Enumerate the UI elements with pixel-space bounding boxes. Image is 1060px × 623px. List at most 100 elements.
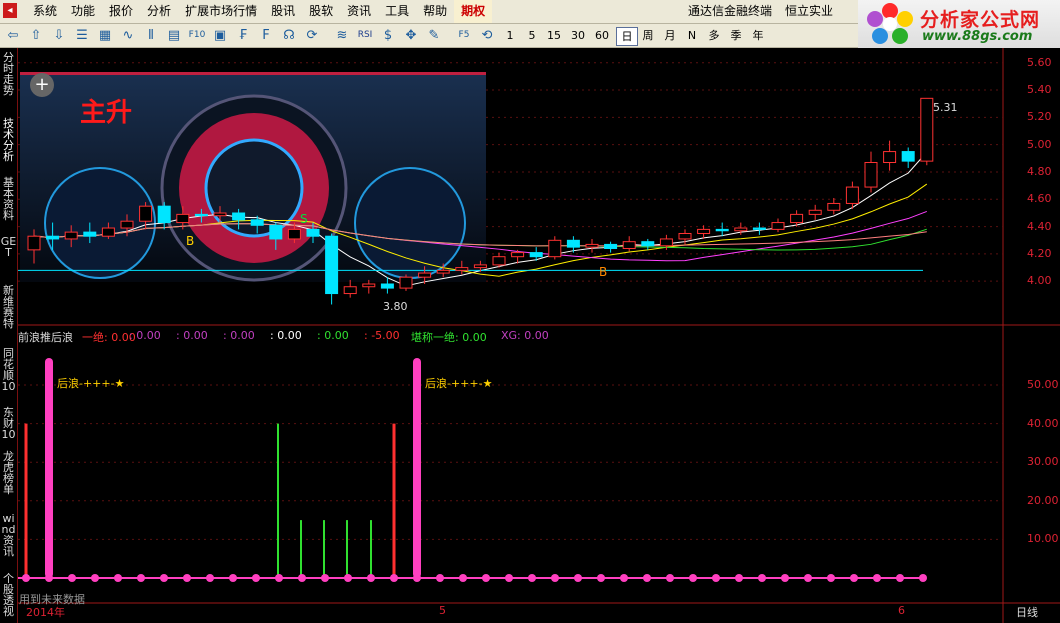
f10-doc-icon[interactable]: F xyxy=(256,27,276,44)
buy-mark-2: B xyxy=(599,265,608,279)
detail-icon[interactable]: ▣ xyxy=(210,27,230,44)
price-y-tick: 5.60 xyxy=(1027,55,1052,69)
indicator-readout-0: 一绝: 0.00 xyxy=(82,331,136,344)
sidebar-tab-4[interactable]: 新维赛特 xyxy=(0,285,17,329)
refresh-icon[interactable]: ⟳ xyxy=(302,27,322,44)
up-arrow-icon[interactable]: ⇧ xyxy=(26,27,46,44)
indicator-dot xyxy=(114,574,122,582)
period-1[interactable]: 5 xyxy=(522,27,542,44)
candle-icon[interactable]: ⫴ xyxy=(141,27,161,44)
flower-logo-icon xyxy=(867,3,913,44)
indicator-dot xyxy=(758,574,766,582)
menu-item-7[interactable]: 资讯 xyxy=(340,0,378,23)
period-8[interactable]: N xyxy=(682,27,702,44)
menu-item-0[interactable]: 系统 xyxy=(26,0,64,23)
indicator-readout-5: : 0.00 xyxy=(317,329,349,342)
indicator-dot xyxy=(643,574,651,582)
indicator-dot xyxy=(91,574,99,582)
candle-body xyxy=(139,205,153,222)
period-4[interactable]: 60 xyxy=(592,27,612,44)
cycle-icon[interactable]: ⟲ xyxy=(477,27,497,44)
menu-item-options[interactable]: 期权 xyxy=(454,0,493,23)
indicator-dot xyxy=(390,574,398,582)
sidebar-tab-0[interactable]: 分时走势 xyxy=(0,52,17,96)
indicator-y-tick: 20.00 xyxy=(1027,493,1059,507)
wave-icon[interactable]: ≋ xyxy=(332,27,352,44)
menu-item-1[interactable]: 功能 xyxy=(64,0,102,23)
menu-item-9[interactable]: 帮助 xyxy=(416,0,454,23)
indicator-bar xyxy=(45,358,53,578)
candle-body xyxy=(232,212,246,221)
back-arrow-icon[interactable]: ◂ xyxy=(3,3,17,18)
sidebar-tab-2[interactable]: 基本资料 xyxy=(0,177,17,221)
f10-icon[interactable]: F10 xyxy=(187,27,207,44)
logo-url: www.88gs.com xyxy=(922,29,1033,44)
indicator-dot xyxy=(827,574,835,582)
down-arrow-icon[interactable]: ⇩ xyxy=(49,27,69,44)
news-icon[interactable]: ☊ xyxy=(279,27,299,44)
menu-item-2[interactable]: 报价 xyxy=(102,0,140,23)
menu-item-4[interactable]: 扩展市场行情 xyxy=(178,0,264,23)
indicator-dot xyxy=(252,574,260,582)
period-11[interactable]: 年 xyxy=(748,27,768,44)
candle-body xyxy=(566,239,580,248)
menu-item-6[interactable]: 股软 xyxy=(302,0,340,23)
indicator-readout-8: XG: 0.00 xyxy=(501,329,549,342)
period-2[interactable]: 15 xyxy=(544,27,564,44)
candle-body xyxy=(194,213,208,217)
grid-icon[interactable]: ▦ xyxy=(95,27,115,44)
indicator-name[interactable]: 前浪推后浪 xyxy=(18,329,73,345)
candle-body xyxy=(64,231,78,240)
sidebar-tab-9[interactable]: 个股透视 xyxy=(0,573,17,617)
line-chart-icon[interactable]: ∿ xyxy=(118,27,138,44)
candle-body xyxy=(492,256,506,266)
indicator-dot xyxy=(229,574,237,582)
table-icon[interactable]: ▤ xyxy=(164,27,184,44)
period-7[interactable]: 月 xyxy=(660,27,680,44)
add-icon[interactable]: + xyxy=(30,73,54,97)
rsi-icon[interactable]: RSI xyxy=(355,27,375,44)
pen-icon[interactable]: ✎ xyxy=(424,27,444,44)
period-0[interactable]: 1 xyxy=(500,27,520,44)
menu-item-3[interactable]: 分析 xyxy=(140,0,178,23)
candle-body xyxy=(213,212,227,217)
sidebar-tab-7[interactable]: 龙虎榜单 xyxy=(0,451,17,495)
candle-body xyxy=(901,151,915,162)
period-6[interactable]: 周 xyxy=(638,27,658,44)
sidebar-tab-1[interactable]: 技术分析 xyxy=(0,118,17,162)
period-9[interactable]: 多 xyxy=(704,27,724,44)
indicator-annotation-1: 后浪-+++-★ xyxy=(57,377,125,390)
period-3[interactable]: 30 xyxy=(568,27,588,44)
candle-body xyxy=(269,224,283,240)
back-icon[interactable]: ⇦ xyxy=(3,27,23,44)
period-10[interactable]: 季 xyxy=(726,27,746,44)
sidebar-tab-6[interactable]: 东财10 xyxy=(0,407,17,440)
price-y-tick: 4.80 xyxy=(1027,164,1052,178)
indicator-dot xyxy=(804,574,812,582)
indicator-dot xyxy=(22,574,30,582)
indicator-bar xyxy=(413,358,421,578)
finance-icon[interactable]: ₣ xyxy=(233,27,253,44)
sidebar-tab-3[interactable]: GET xyxy=(0,236,17,258)
indicator-readout-6: : -5.00 xyxy=(364,329,400,342)
indicator-bar xyxy=(370,520,372,578)
menu-item-5[interactable]: 股讯 xyxy=(264,0,302,23)
period-5[interactable]: 日 xyxy=(616,27,638,46)
stock-name: 恒立实业 xyxy=(785,4,834,18)
candle-body xyxy=(436,269,450,274)
date-month-5: 5 xyxy=(439,604,446,617)
price-y-tick: 5.40 xyxy=(1027,83,1052,97)
candle-body xyxy=(83,231,97,237)
f5-icon[interactable]: F5 xyxy=(454,27,474,44)
sidebar-tab-8[interactable]: wind资讯 xyxy=(0,513,17,557)
sidebar-tab-5[interactable]: 同花顺10 xyxy=(0,348,17,392)
indicator-dot xyxy=(528,574,536,582)
indicator-dot xyxy=(344,574,352,582)
indicator-dot xyxy=(298,574,306,582)
menu-item-8[interactable]: 工具 xyxy=(378,0,416,23)
move-icon[interactable]: ✥ xyxy=(401,27,421,44)
list-icon[interactable]: ☰ xyxy=(72,27,92,44)
money-icon[interactable]: $ xyxy=(378,27,398,44)
candle-body xyxy=(678,232,692,240)
indicator-bar xyxy=(277,423,279,578)
